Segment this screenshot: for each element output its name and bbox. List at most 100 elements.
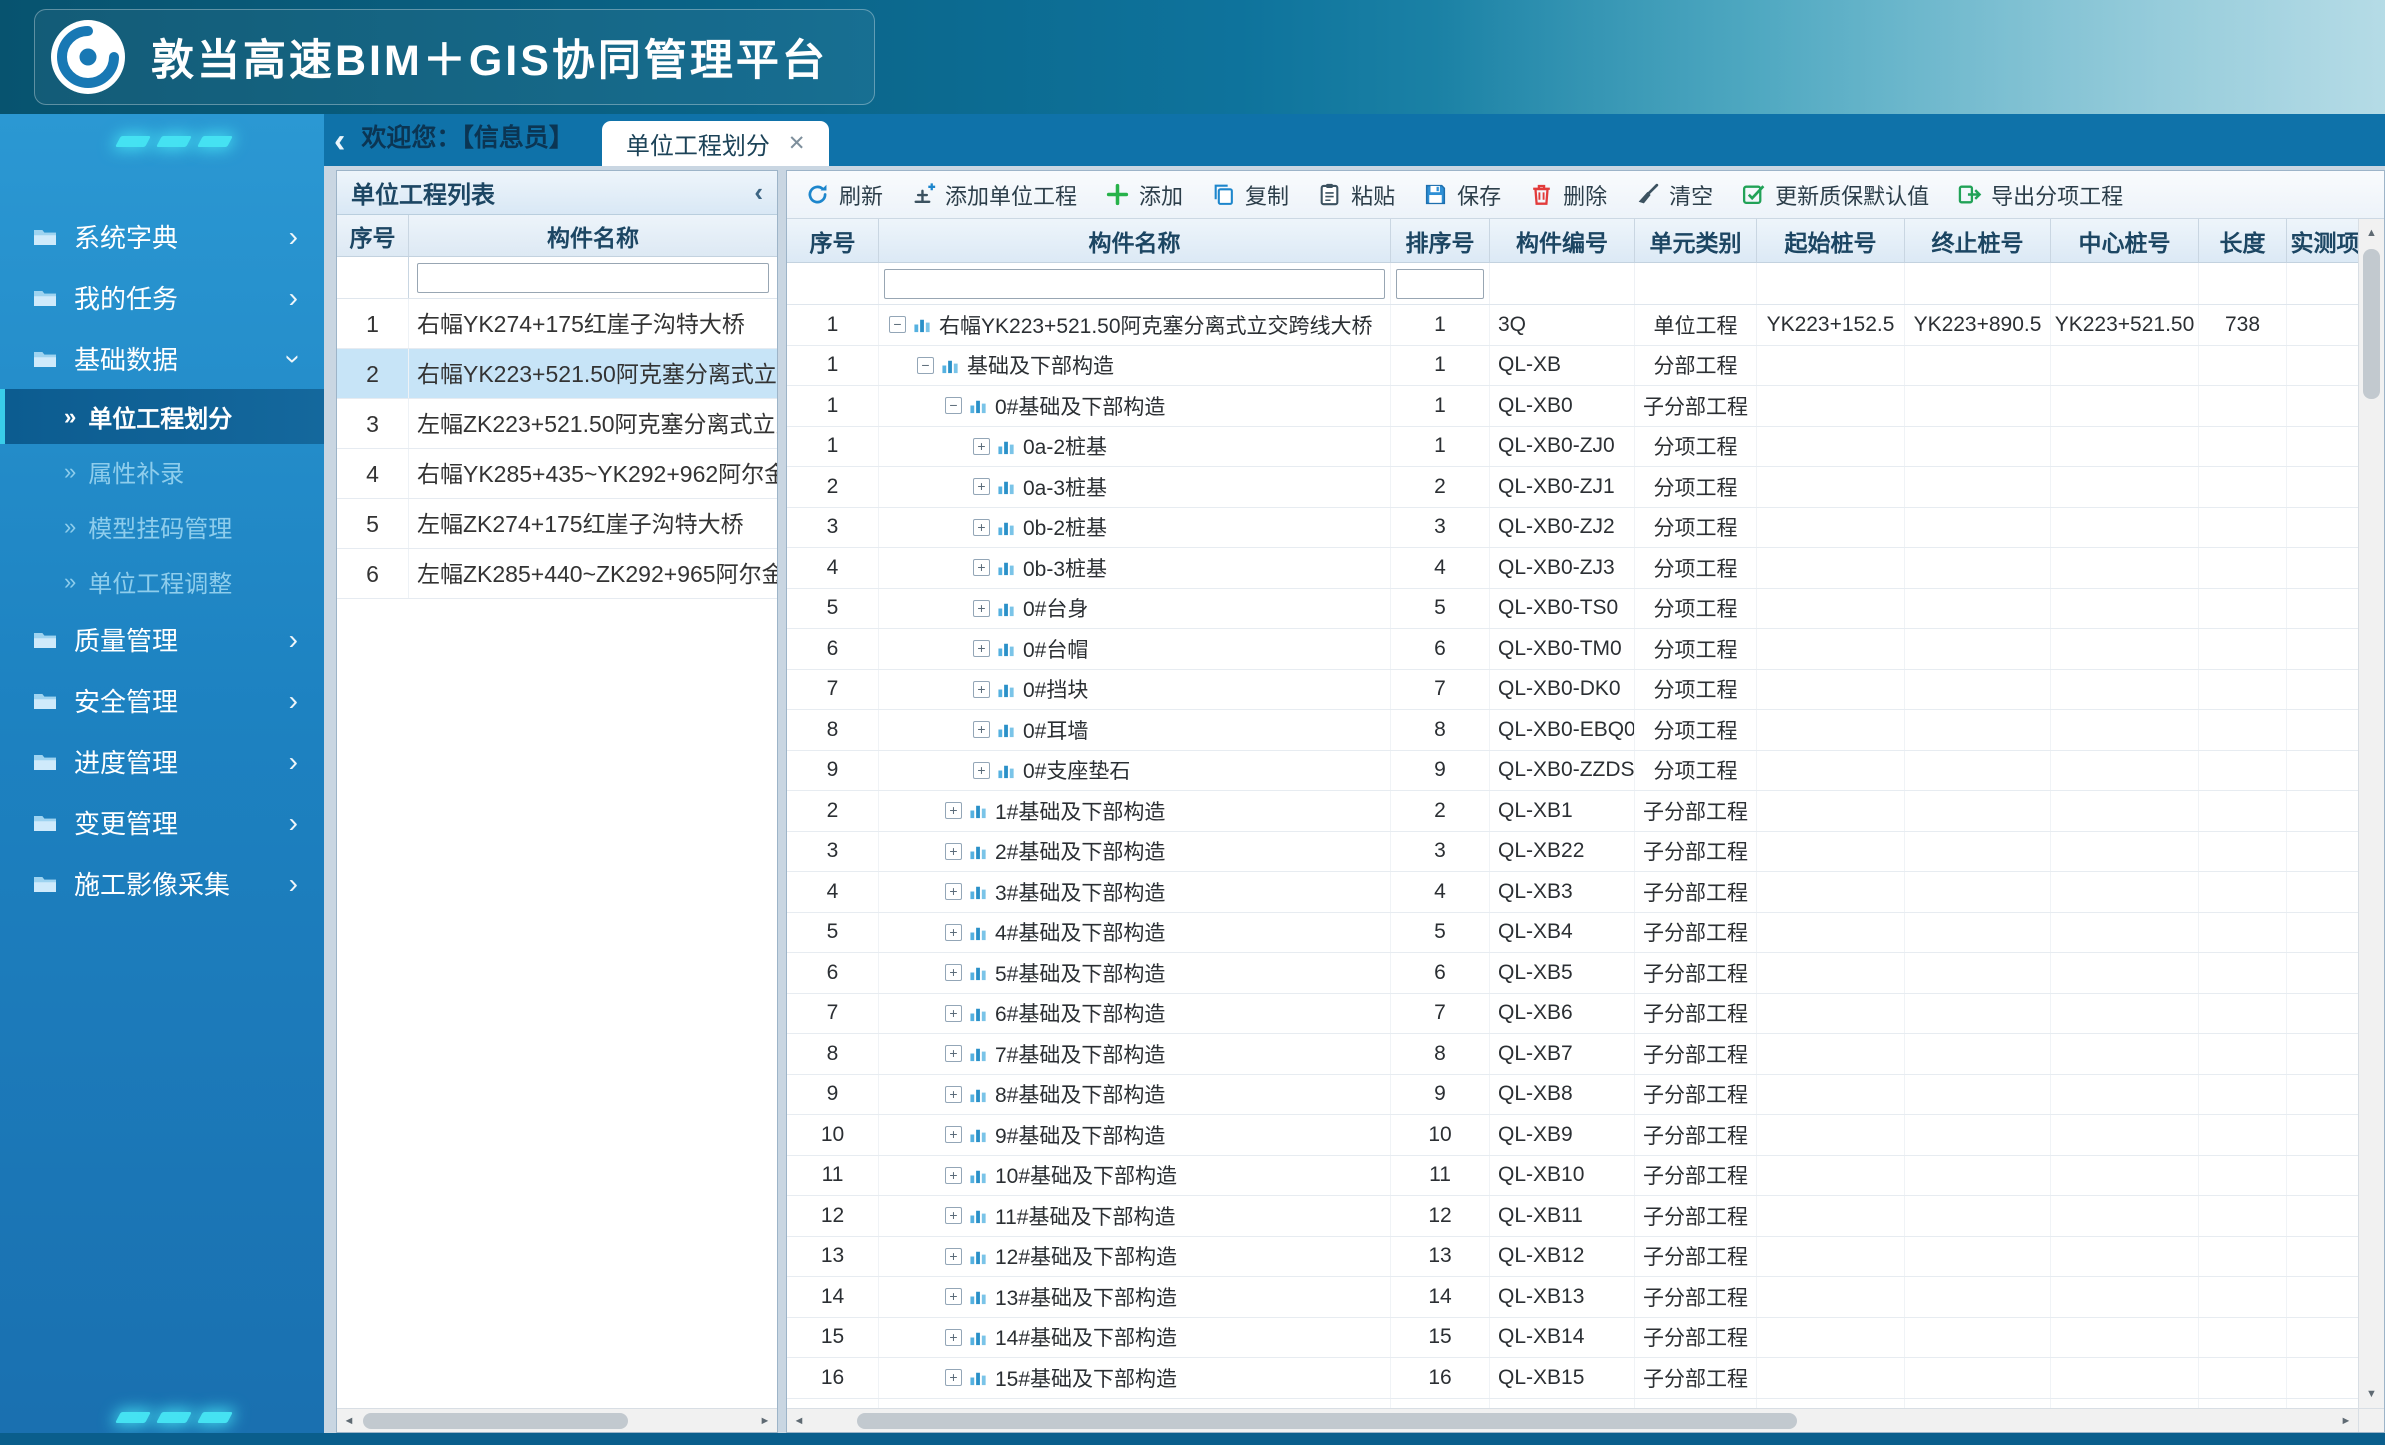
vertical-scrollbar[interactable]: ▲ ▼ [2358,219,2384,1408]
list-item[interactable]: 5左幅ZK274+175红崖子沟特大桥 [337,499,777,549]
sidebar-item-5[interactable]: 进度管理› [0,731,324,792]
expand-node-icon[interactable]: + [945,1329,962,1346]
expand-node-icon[interactable]: + [945,1167,962,1184]
expand-node-icon[interactable]: + [945,1207,962,1224]
grid-order-filter-input[interactable] [1396,269,1484,299]
expand-node-icon[interactable]: + [945,1369,962,1386]
list-item[interactable]: 4右幅YK285+435~YK292+962阿尔金山特长隧道 [337,449,777,499]
left-horizontal-scrollbar[interactable]: ◄ ► [337,1408,777,1432]
list-item[interactable]: 2右幅YK223+521.50阿克塞分离式立交跨线大桥 [337,349,777,399]
table-row[interactable]: 9+0#支座垫石9QL-XB0-ZZDS0分项工程 [787,751,2358,792]
table-row[interactable]: 15+14#基础及下部构造15QL-XB14子分部工程 [787,1318,2358,1359]
expand-node-icon[interactable]: + [945,924,962,941]
scroll-down-icon[interactable]: ▼ [2359,1382,2384,1406]
table-row[interactable]: 10+9#基础及下部构造10QL-XB9子分部工程 [787,1115,2358,1156]
scrollbar-thumb[interactable] [363,1413,628,1429]
table-row[interactable]: 3+0b-2桩基3QL-XB0-ZJ2分项工程 [787,508,2358,549]
collapse-node-icon[interactable]: − [889,316,906,333]
table-row[interactable]: 8+7#基础及下部构造8QL-XB7子分部工程 [787,1034,2358,1075]
scroll-left-icon[interactable]: ◄ [337,1409,361,1432]
scroll-right-icon[interactable]: ► [753,1409,777,1432]
expand-node-icon[interactable]: + [973,478,990,495]
expand-node-icon[interactable]: + [973,438,990,455]
expand-node-icon[interactable]: + [973,600,990,617]
sidebar-item-0[interactable]: 系统字典› [0,206,324,267]
table-row[interactable]: 1+0a-2桩基1QL-XB0-ZJ0分项工程 [787,427,2358,468]
table-row[interactable]: 2+0a-3桩基2QL-XB0-ZJ1分项工程 [787,467,2358,508]
unit-name-filter-input[interactable] [417,263,769,293]
expand-node-icon[interactable]: + [973,721,990,738]
table-row[interactable]: 17+16#基础及下部构造17QL-XB16子分部工程 [787,1399,2358,1409]
sidebar-subitem-0[interactable]: »单位工程划分 [0,389,324,444]
toolbar-button-add[interactable]: 添加 [1105,179,1183,211]
sidebar-item-6[interactable]: 变更管理› [0,792,324,853]
table-row[interactable]: 6+5#基础及下部构造6QL-XB5子分部工程 [787,953,2358,994]
expand-node-icon[interactable]: + [945,1045,962,1062]
table-row[interactable]: 2+1#基础及下部构造2QL-XB1子分部工程 [787,791,2358,832]
scroll-left-icon[interactable]: ◄ [787,1409,811,1432]
toolbar-button-delete[interactable]: 删除 [1529,179,1607,211]
sidebar-subitem-3[interactable]: »单位工程调整 [0,554,324,609]
sidebar-item-1[interactable]: 我的任务› [0,267,324,328]
table-row[interactable]: 3+2#基础及下部构造3QL-XB22子分部工程 [787,832,2358,873]
table-row[interactable]: 1−右幅YK223+521.50阿克塞分离式立交跨线大桥13Q单位工程YK223… [787,305,2358,346]
table-row[interactable]: 5+4#基础及下部构造5QL-XB4子分部工程 [787,913,2358,954]
table-row[interactable]: 12+11#基础及下部构造12QL-XB11子分部工程 [787,1196,2358,1237]
table-row[interactable]: 11+10#基础及下部构造11QL-XB10子分部工程 [787,1156,2358,1197]
expand-node-icon[interactable]: + [973,762,990,779]
grid-name-filter-input[interactable] [884,269,1385,299]
table-row[interactable]: 6+0#台帽6QL-XB0-TM0分项工程 [787,629,2358,670]
toolbar-button-clear[interactable]: 清空 [1635,179,1713,211]
expand-node-icon[interactable]: + [945,802,962,819]
expand-node-icon[interactable]: + [945,1248,962,1265]
table-row[interactable]: 8+0#耳墙8QL-XB0-EBQ0分项工程 [787,710,2358,751]
list-item[interactable]: 6左幅ZK285+440~ZK292+965阿尔金山特长隧道 [337,549,777,599]
tab-unit-division[interactable]: 单位工程划分 ✕ [602,121,830,166]
expand-node-icon[interactable]: + [945,1126,962,1143]
sidebar-item-7[interactable]: 施工影像采集› [0,853,324,914]
toolbar-button-update-defaults[interactable]: 更新质保默认值 [1741,179,1929,211]
collapse-panel-icon[interactable]: ‹ [754,177,763,208]
sidebar-subitem-1[interactable]: »属性补录 [0,444,324,499]
toolbar-button-save[interactable]: 保存 [1423,179,1501,211]
sidebar-item-3[interactable]: 质量管理› [0,609,324,670]
list-item[interactable]: 3左幅ZK223+521.50阿克塞分离式立交跨线大桥 [337,399,777,449]
toolbar-button-refresh[interactable]: 刷新 [805,179,883,211]
expand-node-icon[interactable]: + [945,1086,962,1103]
expand-node-icon[interactable]: + [973,559,990,576]
expand-node-icon[interactable]: + [973,640,990,657]
right-horizontal-scrollbar[interactable]: ◄ ► [787,1408,2358,1432]
scroll-right-icon[interactable]: ► [2334,1409,2358,1432]
expand-node-icon[interactable]: + [945,1005,962,1022]
expand-node-icon[interactable]: + [973,519,990,536]
scroll-up-icon[interactable]: ▲ [2359,221,2384,245]
table-row[interactable]: 1−基础及下部构造1QL-XB分部工程 [787,346,2358,387]
table-row[interactable]: 7+6#基础及下部构造7QL-XB6子分部工程 [787,994,2358,1035]
table-row[interactable]: 4+0b-3桩基4QL-XB0-ZJ3分项工程 [787,548,2358,589]
table-row[interactable]: 7+0#挡块7QL-XB0-DK0分项工程 [787,670,2358,711]
expand-node-icon[interactable]: + [945,1288,962,1305]
table-row[interactable]: 14+13#基础及下部构造14QL-XB13子分部工程 [787,1277,2358,1318]
toolbar-button-export[interactable]: 导出分项工程 [1957,179,2123,211]
scrollbar-thumb[interactable] [857,1413,1797,1429]
close-icon[interactable]: ✕ [788,131,806,156]
back-arrow-icon[interactable]: ‹ [334,124,345,158]
table-row[interactable]: 16+15#基础及下部构造16QL-XB15子分部工程 [787,1358,2358,1399]
collapse-node-icon[interactable]: − [917,357,934,374]
expand-node-icon[interactable]: + [945,883,962,900]
toolbar-button-add-unit[interactable]: 添加单位工程 [911,179,1077,211]
list-item[interactable]: 1右幅YK274+175红崖子沟特大桥 [337,299,777,349]
table-row[interactable]: 1−0#基础及下部构造1QL-XB0子分部工程 [787,386,2358,427]
sidebar-subitem-2[interactable]: »模型挂码管理 [0,499,324,554]
expand-node-icon[interactable]: + [945,843,962,860]
scrollbar-thumb[interactable] [2363,249,2380,399]
sidebar-item-4[interactable]: 安全管理› [0,670,324,731]
sidebar-item-2[interactable]: 基础数据› [0,328,324,389]
table-row[interactable]: 4+3#基础及下部构造4QL-XB3子分部工程 [787,872,2358,913]
table-row[interactable]: 13+12#基础及下部构造13QL-XB12子分部工程 [787,1237,2358,1278]
toolbar-button-copy[interactable]: 复制 [1211,179,1289,211]
table-row[interactable]: 9+8#基础及下部构造9QL-XB8子分部工程 [787,1075,2358,1116]
toolbar-button-paste[interactable]: 粘贴 [1317,179,1395,211]
table-row[interactable]: 5+0#台身5QL-XB0-TS0分项工程 [787,589,2358,630]
collapse-node-icon[interactable]: − [945,397,962,414]
